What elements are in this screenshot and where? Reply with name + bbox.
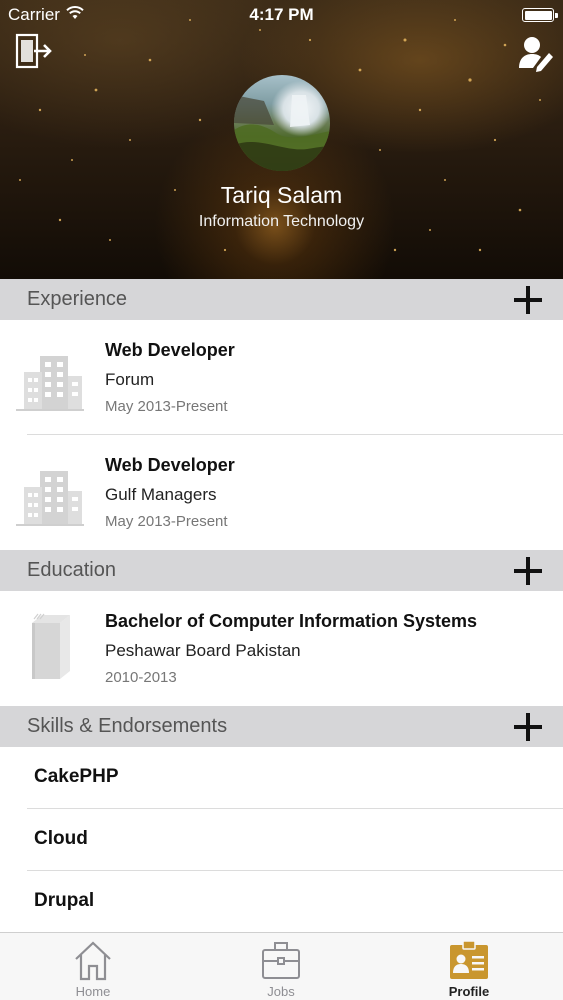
profile-header: Carrier 4:17 PM Tariq Salam Information …: [0, 0, 563, 279]
skill-label: Drupal: [34, 890, 95, 911]
profile-name: Tariq Salam: [220, 182, 343, 208]
briefcase-icon: [262, 942, 300, 979]
tab-jobs[interactable]: Jobs: [231, 933, 331, 1000]
clock-label: 4:17 PM: [249, 5, 314, 24]
add-education-button[interactable]: [514, 557, 542, 585]
tab-profile[interactable]: Profile: [419, 933, 519, 1000]
book-icon: [32, 613, 70, 679]
skills-section-title: Skills & Endorsements: [27, 715, 228, 737]
profile-department: Information Technology: [198, 213, 365, 230]
tab-profile-label: Profile: [448, 984, 490, 999]
tab-bar: Home Jobs Profile: [0, 932, 563, 1000]
avatar: [234, 75, 330, 171]
experience-item[interactable]: Web Developer Gulf Managers May 2013-Pre…: [0, 435, 563, 550]
skill-item[interactable]: Cloud: [0, 809, 563, 871]
education-section-header: Education: [0, 550, 563, 591]
skill-item[interactable]: CakePHP: [0, 747, 563, 809]
experience-item[interactable]: Web Developer Forum May 2013-Present: [0, 320, 563, 435]
tab-home-label: Home: [75, 984, 111, 999]
education-section-title: Education: [27, 559, 116, 581]
education-degree: Bachelor of Computer Information Systems: [105, 611, 478, 631]
profile-card-icon: [450, 940, 488, 979]
building-icon: [16, 471, 84, 526]
skills-section-header: Skills & Endorsements: [0, 706, 563, 747]
home-icon: [75, 941, 111, 981]
battery-icon: [522, 8, 558, 22]
experience-period: May 2013-Present: [105, 398, 228, 415]
skill-item[interactable]: Drupal: [0, 871, 563, 932]
education-item[interactable]: Bachelor of Computer Information Systems…: [0, 591, 563, 706]
tab-home[interactable]: Home: [43, 933, 143, 1000]
experience-period: May 2013-Present: [105, 513, 228, 530]
add-skill-button[interactable]: [514, 713, 542, 741]
building-icon: [16, 356, 84, 411]
status-bar: Carrier 4:17 PM: [0, 0, 563, 30]
experience-title: Web Developer: [105, 455, 235, 475]
experience-section-header: Experience: [0, 279, 563, 320]
education-institution: Peshawar Board Pakistan: [105, 641, 301, 660]
experience-company: Gulf Managers: [105, 485, 217, 504]
skill-label: Cloud: [34, 828, 88, 849]
experience-section-title: Experience: [27, 288, 128, 310]
logout-icon[interactable]: [14, 32, 54, 70]
add-experience-button[interactable]: [514, 286, 542, 314]
education-period: 2010-2013: [105, 669, 177, 686]
experience-title: Web Developer: [105, 340, 235, 360]
experience-company: Forum: [105, 370, 155, 389]
skill-label: CakePHP: [34, 766, 119, 787]
edit-profile-icon[interactable]: [517, 34, 555, 72]
tab-jobs-label: Jobs: [267, 984, 295, 999]
